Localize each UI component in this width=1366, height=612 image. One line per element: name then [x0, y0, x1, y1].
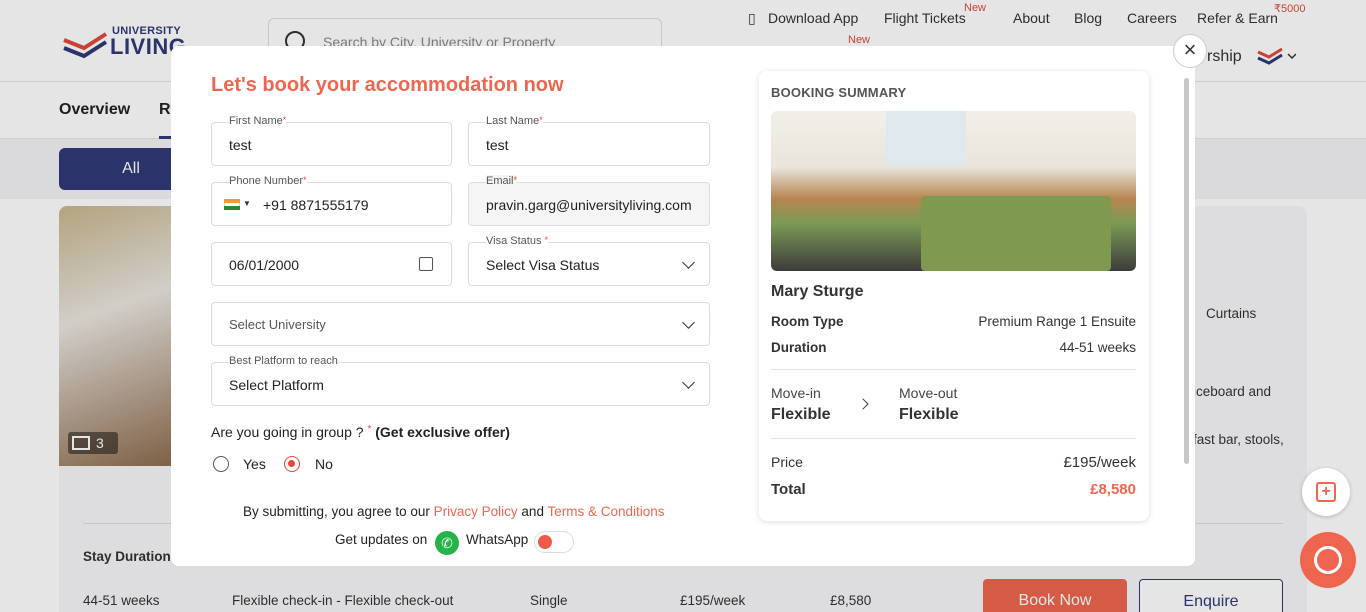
duration-label: Duration: [771, 340, 827, 355]
group-yes-label[interactable]: Yes: [243, 456, 266, 472]
email-label: Email*: [486, 175, 518, 187]
platform-label: Best Platform to reach: [229, 355, 338, 367]
calendar-icon[interactable]: [419, 257, 433, 271]
room-bed: [921, 196, 1111, 271]
first-name-label: First Name*: [229, 115, 287, 127]
move-in-value: Flexible: [771, 406, 831, 423]
country-dropdown-icon[interactable]: ▼: [243, 199, 251, 208]
divider: [771, 369, 1136, 370]
total-label: Total: [771, 481, 806, 498]
whatsapp-label: WhatsApp: [466, 532, 529, 547]
total-value: £8,580: [1090, 481, 1136, 498]
last-name-field[interactable]: Last Name* test: [468, 115, 710, 166]
whatsapp-toggle[interactable]: [534, 531, 574, 553]
close-icon: ×: [1183, 37, 1197, 62]
move-out-label: Move-out: [899, 385, 958, 401]
booking-summary: BOOKING SUMMARY Mary Sturge Room Type Pr…: [759, 71, 1149, 521]
terms-text: By submitting, you agree to our Privacy …: [243, 504, 665, 519]
chevron-down-icon: [682, 376, 695, 389]
group-offer: (Get exclusive offer): [375, 424, 510, 440]
modal-title: Let's book your accommodation now: [211, 74, 564, 96]
india-flag-icon[interactable]: [224, 199, 240, 210]
dob-value: 06/01/2000: [229, 257, 300, 273]
price-value: £195/week: [1063, 454, 1136, 471]
email-field: Email* pravin.garg@universityliving.com: [468, 175, 710, 226]
privacy-policy-link[interactable]: Privacy Policy: [434, 504, 518, 519]
phone-field[interactable]: Phone Number* ▼ +91 8871555179: [211, 175, 452, 226]
add-document-icon: +: [1316, 482, 1336, 502]
duration-value: 44-51 weeks: [1059, 340, 1136, 355]
group-no-radio[interactable]: [284, 456, 300, 472]
visa-status-label: Visa Status *: [486, 235, 549, 247]
first-name-value: test: [229, 137, 252, 153]
move-out-value: Flexible: [899, 406, 959, 423]
group-question: Are you going in group ? * (Get exclusiv…: [211, 424, 510, 440]
platform-value: Select Platform: [229, 377, 324, 393]
booking-modal: Let's book your accommodation now First …: [171, 46, 1195, 566]
price-label: Price: [771, 454, 803, 470]
group-yes-radio[interactable]: [213, 456, 229, 472]
close-modal-button[interactable]: ×: [1173, 34, 1207, 68]
visa-status-value: Select Visa Status: [486, 257, 600, 273]
compare-fab[interactable]: +: [1302, 468, 1350, 516]
chevron-down-icon: [682, 256, 695, 269]
page: UNIVERSITY LIVING Search by City, Univer…: [0, 0, 1366, 612]
whatsapp-icon: ✆: [435, 531, 459, 555]
last-name-label: Last Name*: [486, 115, 543, 127]
university-select[interactable]: Select University: [211, 302, 710, 346]
university-placeholder: Select University: [229, 317, 326, 332]
last-name-value: test: [486, 137, 509, 153]
visa-status-select[interactable]: Visa Status * Select Visa Status: [468, 235, 710, 286]
platform-select[interactable]: Best Platform to reach Select Platform: [211, 355, 710, 406]
property-name: Mary Sturge: [771, 283, 864, 300]
phone-label: Phone Number*: [229, 175, 307, 187]
chat-support-fab[interactable]: [1300, 532, 1356, 588]
terms-conditions-link[interactable]: Terms & Conditions: [547, 504, 664, 519]
divider: [771, 438, 1136, 439]
updates-on-label: Get updates on: [335, 532, 428, 547]
move-in-label: Move-in: [771, 385, 821, 401]
room-type-value: Premium Range 1 Ensuite: [978, 314, 1136, 329]
chevron-down-icon: [682, 316, 695, 329]
date-of-birth-field[interactable]: 06/01/2000: [211, 242, 452, 286]
modal-scrollbar[interactable]: [1184, 78, 1189, 464]
room-type-label: Room Type: [771, 314, 844, 329]
group-no-label[interactable]: No: [315, 456, 333, 472]
email-value: pravin.garg@universityliving.com: [486, 197, 692, 213]
chevron-right-icon: [857, 398, 869, 410]
summary-title: BOOKING SUMMARY: [771, 85, 907, 100]
first-name-field[interactable]: First Name* test: [211, 115, 452, 166]
phone-value: +91 8871555179: [263, 197, 369, 213]
room-window: [886, 111, 966, 166]
room-photo: [771, 111, 1136, 271]
support-agent-icon: [1314, 546, 1342, 574]
